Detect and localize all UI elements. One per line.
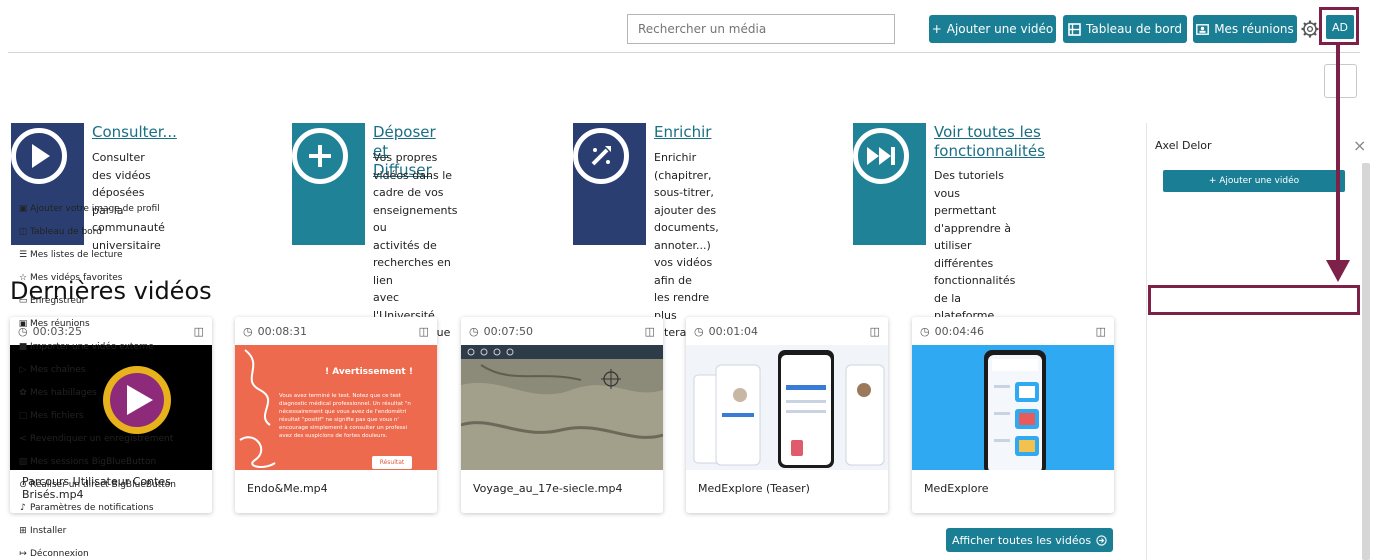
meeting-icon: ▣ (18, 319, 28, 329)
menu-item-dashboard[interactable]: ◫ Tableau de bord (18, 227, 102, 237)
feature-consult-title[interactable]: Consulter... (92, 123, 177, 142)
dashboard-icon (1068, 22, 1081, 36)
feature-tutorials-desc: Des tutoriels vous permettant d'apprendre… (934, 169, 1016, 322)
video-thumbnail[interactable]: ! Avertissement ! Vous avez terminé le t… (235, 345, 437, 470)
video-duration: 00:07:50 (483, 324, 534, 338)
share-icon: < (19, 434, 27, 444)
menu-item-playlists[interactable]: ☰ Mes listes de lecture (18, 250, 123, 260)
menu-item-notifications[interactable]: ♪ Paramètres de notifications (18, 503, 153, 513)
thumb-heading: ! Avertissement ! (325, 367, 413, 377)
dashboard-icon: ◫ (18, 227, 28, 237)
video-card-header: ◷ 00:01:04 ◫ (686, 317, 888, 345)
video-duration: 00:08:31 (257, 324, 308, 338)
header-divider (8, 52, 1360, 53)
video-title[interactable]: MedExplore (Teaser) (698, 482, 878, 495)
video-duration: 00:01:04 (708, 324, 759, 338)
menu-item-themes[interactable]: ✿ Mes habillages (18, 388, 97, 398)
video-duration: 00:04:46 (934, 324, 985, 338)
plus-icon (292, 128, 348, 184)
film-icon: ◫ (1095, 324, 1106, 338)
clock-icon: ◷ (243, 324, 253, 338)
folder-icon: □ (18, 411, 28, 421)
meeting-icon (1196, 23, 1210, 35)
menu-item-bbb-live[interactable]: ⊙ Réaliser un direct BigBlueButton (18, 480, 176, 490)
video-card[interactable]: ◷ 00:08:31 ◫ ! Avertissement ! Vous avez … (235, 317, 437, 513)
video-title[interactable]: Voyage_au_17e-siecle.mp4 (473, 482, 653, 495)
channel-icon: ▷ (19, 365, 27, 375)
broadcast-icon: ⊙ (19, 480, 27, 490)
menu-item-install[interactable]: ⊞ Installer (18, 526, 66, 536)
avatar[interactable]: AD (1326, 15, 1354, 39)
meetings-button[interactable]: Mes réunions (1193, 15, 1297, 43)
logout-icon: ↦ (19, 549, 27, 559)
menu-item-favorites[interactable]: ☆ Mes vidéos favorites (18, 273, 123, 283)
panel-scrollbar[interactable] (1362, 163, 1370, 560)
video-card-header: ◷ 00:08:31 ◫ (235, 317, 437, 345)
feature-consult-desc: Consulter des vidéos déposées par la comm… (92, 151, 165, 252)
feature-enrich-desc: Enrichir (chapitrer, sous-titrer, ajouter… (654, 151, 722, 339)
video-title[interactable]: MedExplore (924, 482, 1104, 495)
feature-upload-block (292, 123, 365, 245)
clock-icon: ◷ (694, 324, 704, 338)
video-card[interactable]: ◷ 00:01:04 ◫ MedExplore (Teaser) (686, 317, 888, 513)
recorder-icon: ▭ (18, 296, 28, 306)
feature-enrich-title[interactable]: Enrichir (654, 123, 711, 142)
clock-icon: ◷ (469, 324, 479, 338)
film-icon: ◫ (193, 324, 204, 338)
user-name: Axel Delor (1155, 139, 1212, 152)
fast-forward-icon (853, 128, 909, 184)
thumb-result-button: Résultat (372, 456, 412, 469)
video-thumbnail[interactable] (10, 345, 212, 470)
film-icon: ◫ (418, 324, 429, 338)
dashboard-button[interactable]: Tableau de bord (1063, 15, 1187, 43)
feature-tutorials-block (853, 123, 926, 245)
menu-item-files[interactable]: □ Mes fichiers (18, 411, 84, 421)
image-icon: ▣ (18, 204, 28, 214)
feature-upload-desc: Vos propres vidéos dans le cadre de vos e… (373, 151, 458, 339)
annotation-arrow-line (1336, 44, 1340, 262)
show-all-videos-button[interactable]: Afficher toutes les vidéos (946, 528, 1113, 552)
menu-item-recorder[interactable]: ▭ Enregistreur (18, 296, 86, 306)
video-card-header: ◷ 00:04:46 ◫ (912, 317, 1114, 345)
play-icon (11, 128, 67, 184)
menu-item-import-video[interactable]: ■ Importer une vidéo externe (18, 342, 154, 352)
menu-item-bbb-sessions[interactable]: ▨ Mes sessions BigBlueButton (18, 457, 156, 467)
video-title[interactable]: Endo&Me.mp4 (247, 482, 427, 495)
film-icon: ◫ (869, 324, 880, 338)
bell-icon: ♪ (20, 503, 26, 513)
video-card[interactable]: ◷ 00:07:50 ◫ Voyage_au_17e-siecle.mp4 (461, 317, 663, 513)
search-input[interactable] (627, 14, 895, 44)
menu-item-meetings[interactable]: ▣ Mes réunions (18, 319, 90, 329)
arrow-circle-icon (1096, 534, 1107, 546)
add-video-button[interactable]: + Ajouter une vidéo (929, 15, 1056, 43)
wand-icon (573, 128, 629, 184)
import-icon: ■ (18, 342, 28, 352)
thumb-text: Vous avez terminé le test. Notez que ce … (279, 393, 411, 439)
panel-add-video-button[interactable]: + Ajouter une vidéo (1163, 170, 1345, 192)
plus-icon: + (931, 22, 942, 36)
gear-icon[interactable] (1300, 19, 1320, 39)
feature-tutorials-title[interactable]: Voir toutes les fonctionnalités (934, 123, 1045, 161)
session-icon: ▨ (18, 457, 28, 467)
menu-item-channels[interactable]: ▷ Mes chaînes (18, 365, 86, 375)
video-thumbnail[interactable] (461, 345, 663, 470)
close-icon[interactable]: × (1353, 136, 1366, 155)
list-icon: ☰ (18, 250, 28, 260)
annotation-arrow-head (1326, 260, 1350, 282)
menu-item-profile-image[interactable]: ▣ Ajouter votre image de profil (18, 204, 160, 214)
video-thumbnail[interactable] (912, 345, 1114, 470)
install-icon: ⊞ (19, 526, 27, 536)
video-card[interactable]: ◷ 00:04:46 ◫ MedExplore (912, 317, 1114, 513)
menu-item-claim-recording[interactable]: < Revendiquer un enregistrement (18, 434, 173, 444)
clock-icon: ◷ (920, 324, 930, 338)
panel-toggle-button[interactable] (1324, 64, 1357, 98)
feature-enrich-block (573, 123, 646, 245)
star-icon: ☆ (18, 273, 28, 283)
video-card-header: ◷ 00:07:50 ◫ (461, 317, 663, 345)
annotation-highlight-recorder (1148, 285, 1360, 315)
film-icon: ◫ (644, 324, 655, 338)
video-thumbnail[interactable] (686, 345, 888, 470)
menu-item-logout[interactable]: ↦ Déconnexion (18, 549, 89, 559)
palette-icon: ✿ (19, 388, 27, 398)
